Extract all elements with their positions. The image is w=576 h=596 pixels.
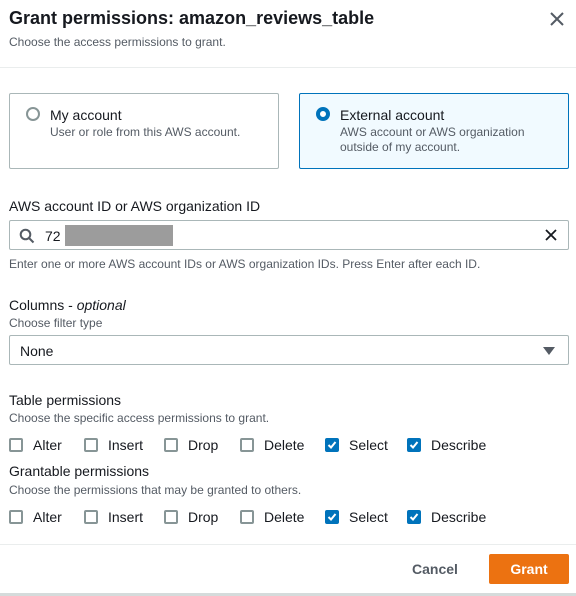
checkmark-icon xyxy=(409,513,419,521)
checkmark-icon xyxy=(327,513,337,521)
table-perm-delete-checkbox[interactable] xyxy=(240,438,254,452)
grant-button[interactable]: Grant xyxy=(489,554,569,584)
columns-optional-text: optional xyxy=(76,297,126,313)
redacted-account-id xyxy=(65,225,173,246)
filter-type-value: None xyxy=(20,343,54,359)
modal-subtitle: Choose the access permissions to grant. xyxy=(9,35,226,49)
table-perm-alter-checkbox[interactable] xyxy=(9,438,23,452)
grantable-perm-delete-label: Delete xyxy=(264,509,305,525)
table-perm-alter-label: Alter xyxy=(33,437,62,453)
search-icon xyxy=(19,228,35,244)
footer-divider xyxy=(0,544,576,545)
grantable-perm-drop-checkbox[interactable] xyxy=(164,510,178,524)
grantable-perm-select-label: Select xyxy=(349,509,388,525)
table-permissions-sublabel: Choose the specific access permissions t… xyxy=(9,411,270,425)
table-perm-insert-checkbox[interactable] xyxy=(84,438,98,452)
account-id-value: 72 xyxy=(45,228,61,244)
grantable-perm-insert-label: Insert xyxy=(108,509,144,525)
grantable-perm-drop-label: Drop xyxy=(188,509,219,525)
table-perm-describe-checkbox[interactable] xyxy=(407,438,421,452)
table-perm-select-checkbox[interactable] xyxy=(325,438,339,452)
modal-header: Grant permissions: amazon_reviews_table … xyxy=(0,0,576,68)
table-perm-drop-checkbox[interactable] xyxy=(164,438,178,452)
external-account-label: External account xyxy=(340,107,445,123)
grantable-perm-describe-checkbox[interactable] xyxy=(407,510,421,524)
grantable-perm-alter-label: Alter xyxy=(33,509,62,525)
account-id-input[interactable]: 72 xyxy=(9,220,569,250)
grantable-perm-delete-checkbox[interactable] xyxy=(240,510,254,524)
table-perm-describe-label: Describe xyxy=(431,437,487,453)
grantable-perm-alter-checkbox[interactable] xyxy=(9,510,23,524)
columns-label: Columns - optional xyxy=(9,297,126,313)
grantable-perm-describe-label: Describe xyxy=(431,509,487,525)
my-account-description: User or role from this AWS account. xyxy=(50,125,241,139)
grantable-perm-select-checkbox[interactable] xyxy=(325,510,339,524)
grantable-perm-insert-checkbox[interactable] xyxy=(84,510,98,524)
my-account-label: My account xyxy=(50,107,122,123)
grantable-permissions-sublabel: Choose the permissions that may be grant… xyxy=(9,483,302,497)
modal-title: Grant permissions: amazon_reviews_table xyxy=(9,8,375,28)
external-account-tile[interactable]: External account AWS account or AWS orga… xyxy=(299,93,569,169)
columns-sublabel: Choose filter type xyxy=(9,316,103,330)
clear-icon[interactable] xyxy=(543,227,559,243)
table-perm-delete-label: Delete xyxy=(264,437,305,453)
table-perm-select-label: Select xyxy=(349,437,388,453)
account-id-label: AWS account ID or AWS organization ID xyxy=(9,198,261,214)
grantable-permissions-label: Grantable permissions xyxy=(9,463,150,479)
checkmark-icon xyxy=(409,441,419,449)
columns-label-text: Columns xyxy=(9,297,65,313)
chevron-down-icon xyxy=(543,347,555,355)
cancel-button[interactable]: Cancel xyxy=(402,554,468,584)
my-account-radio[interactable] xyxy=(26,107,40,121)
external-account-description: AWS account or AWS organization outside … xyxy=(340,125,525,154)
table-permissions-label: Table permissions xyxy=(9,392,122,408)
account-id-hint: Enter one or more AWS account IDs or AWS… xyxy=(9,257,481,271)
table-perm-insert-label: Insert xyxy=(108,437,144,453)
table-perm-drop-label: Drop xyxy=(188,437,219,453)
columns-label-separator: - xyxy=(64,297,77,313)
external-account-radio[interactable] xyxy=(316,107,330,121)
my-account-tile[interactable]: My account User or role from this AWS ac… xyxy=(9,93,279,169)
checkmark-icon xyxy=(327,441,337,449)
close-icon[interactable] xyxy=(547,9,567,29)
filter-type-select[interactable]: None xyxy=(9,335,569,365)
